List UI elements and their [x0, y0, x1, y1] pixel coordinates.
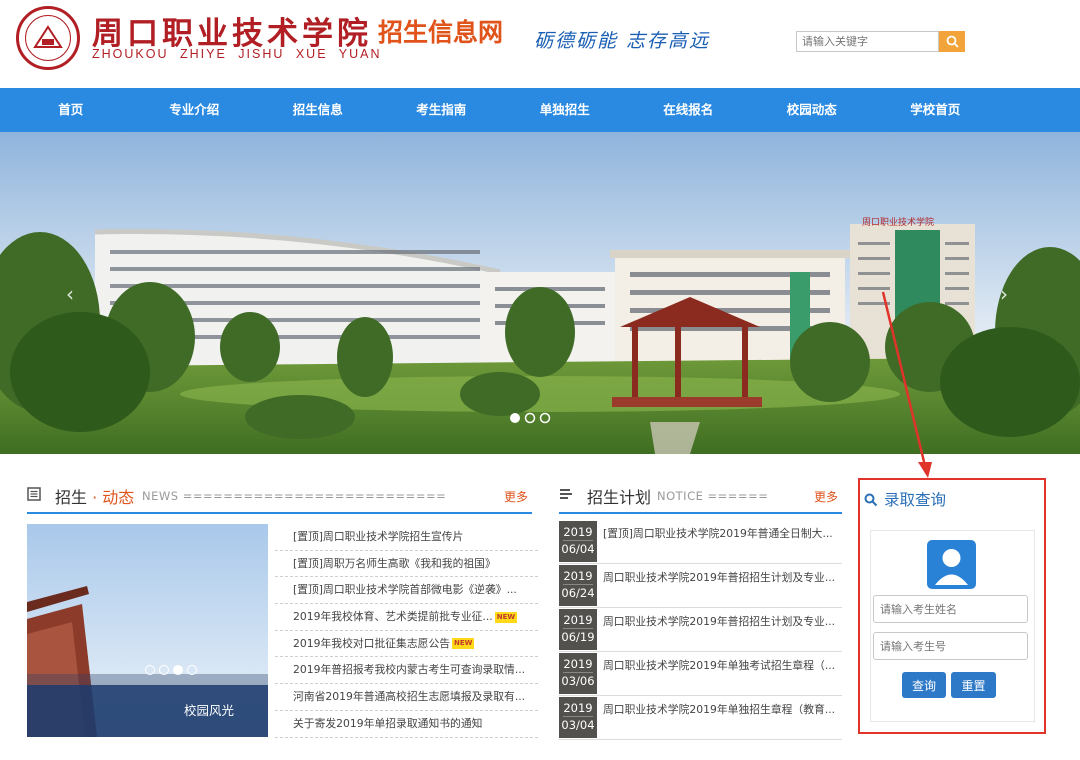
- nav-item-independent-enroll[interactable]: 单独招生: [503, 88, 627, 132]
- date-year: 2019: [563, 525, 593, 541]
- date-badge: 2019 06/19: [559, 609, 597, 650]
- new-badge: NEW: [494, 611, 518, 623]
- list-item[interactable]: 关于寄发2019年单招录取通知书的通知: [275, 711, 538, 738]
- table-row[interactable]: 2019 06/24 周口职业技术学院2019年普招招生计划及专业...: [559, 564, 842, 608]
- date-badge: 2019 06/04: [559, 521, 597, 562]
- news-item-text: [置顶]周口职业技术学院招生宣传片: [293, 530, 464, 543]
- news-item-text: [置顶]周职万名师生高歌《我和我的祖国》: [293, 556, 496, 570]
- news-list: [置顶]周口职业技术学院招生宣传片 [置顶]周职万名师生高歌《我和我的祖国》 […: [275, 524, 538, 738]
- news-title: 招生 · 动态: [55, 484, 134, 508]
- table-row[interactable]: 2019 06/19 周口职业技术学院2019年普招招生计划及专业...: [559, 608, 842, 652]
- site-title: 招生信息网: [378, 18, 504, 47]
- list-item[interactable]: 2019年我校对口批征集志愿公告 NEW: [275, 631, 538, 658]
- search-button[interactable]: [939, 31, 965, 52]
- main-nav: 首页 专业介绍 招生信息 考生指南 单独招生 在线报名 校园动态 学校首页: [0, 88, 1080, 132]
- campus-banner-carousel[interactable]: 周口职业技术学院 ‹ ›: [0, 132, 1080, 454]
- building-sign: 周口职业技术学院: [862, 216, 934, 228]
- notice-item-text: 周口职业技术学院2019年单独考试招生章程（...: [603, 659, 836, 672]
- notice-item-text: 周口职业技术学院2019年单独招生章程（教育...: [603, 703, 836, 716]
- list-item[interactable]: 河南省2019年普通高校招生志愿填报及录取有...: [275, 684, 538, 711]
- query-button[interactable]: 查询: [902, 672, 946, 698]
- date-badge: 2019 03/04: [559, 697, 597, 738]
- nav-item-online-apply[interactable]: 在线报名: [627, 88, 751, 132]
- query-form: 查询 重置: [870, 530, 1035, 722]
- school-seal-logo[interactable]: [16, 6, 80, 70]
- notice-list: 2019 06/04 [置顶]周口职业技术学院2019年普通全日制大... 201…: [559, 520, 842, 740]
- reset-button[interactable]: 重置: [951, 672, 996, 698]
- list-lines-icon: [560, 489, 572, 499]
- notice-section-header: 招生计划 NOTICE ====== 更多: [559, 480, 842, 514]
- date-year: 2019: [563, 657, 593, 673]
- news-title-accent: 动态: [102, 488, 135, 507]
- document-icon: [27, 487, 41, 501]
- query-title: 录取查询: [884, 491, 947, 509]
- news-item-text: 河南省2019年普通高校招生志愿填报及录取有...: [293, 690, 526, 704]
- table-row[interactable]: 2019 03/04 周口职业技术学院2019年单独招生章程（教育...: [559, 696, 842, 740]
- chevron-left-icon[interactable]: ‹: [66, 282, 74, 306]
- notice-item-text: 周口职业技术学院2019年普招招生计划及专业...: [603, 571, 836, 584]
- date-year: 2019: [563, 569, 593, 585]
- site-header: 周口职业技术学院 ZHOUKOU ZHIYE JISHU XUE YUAN 招生…: [0, 0, 1080, 88]
- date-year: 2019: [563, 701, 593, 717]
- school-motto: 砺德砺能 志存高远: [534, 30, 711, 52]
- photo-dot-2[interactable]: [159, 665, 169, 675]
- chevron-right-icon[interactable]: ›: [1000, 282, 1008, 306]
- notice-title: 招生计划: [587, 488, 652, 507]
- notice-item-text: [置顶]周口职业技术学院2019年普通全日制大...: [603, 527, 833, 540]
- news-item-text: 2019年我校体育、艺术类提前批专业征...: [293, 610, 493, 624]
- list-item[interactable]: [置顶]周职万名师生高歌《我和我的祖国》: [275, 551, 538, 578]
- news-item-text: 2019年我校对口批征集志愿公告: [293, 636, 451, 650]
- date-year: 2019: [563, 613, 593, 629]
- admission-query-panel: 录取查询 查询 重置: [858, 478, 1046, 734]
- search-icon: [864, 493, 878, 507]
- news-section-header: 招生 · 动态 NEWS ========================== …: [27, 480, 532, 514]
- table-row[interactable]: 2019 03/06 周口职业技术学院2019年单独考试招生章程（...: [559, 652, 842, 696]
- nav-item-guide[interactable]: 考生指南: [380, 88, 504, 132]
- carousel-dot-1[interactable]: [510, 413, 520, 423]
- date-badge: 2019 06/24: [559, 565, 597, 606]
- news-more-link[interactable]: 更多: [504, 488, 528, 505]
- seal-inner-ring: [25, 15, 71, 61]
- date-day: 06/19: [561, 630, 595, 644]
- nav-item-campus-news[interactable]: 校园动态: [750, 88, 874, 132]
- campus-scenery-slider[interactable]: 校园风光: [27, 524, 268, 737]
- news-title-dot: ·: [92, 488, 98, 507]
- nav-item-school-home[interactable]: 学校首页: [874, 88, 998, 132]
- user-avatar-icon: [927, 540, 976, 589]
- news-item-text: [置顶]周口职业技术学院首部微电影《逆袭》...: [293, 583, 517, 597]
- book-emblem-icon: [33, 25, 63, 48]
- list-item[interactable]: 2019年普招报考我校内蒙古考生可查询录取情...: [275, 657, 538, 685]
- campus-photo: 周口职业技术学院: [0, 132, 1080, 454]
- notice-more-link[interactable]: 更多: [814, 488, 838, 505]
- notice-item-text: 周口职业技术学院2019年普招招生计划及专业...: [603, 615, 836, 628]
- nav-item-admission-info[interactable]: 招生信息: [256, 88, 380, 132]
- date-day: 06/04: [561, 542, 595, 556]
- photo-caption[interactable]: 校园风光: [27, 685, 268, 737]
- list-item[interactable]: 2019年我校体育、艺术类提前批专业征... NEW: [275, 604, 538, 631]
- news-item-text: 2019年普招报考我校内蒙古考生可查询录取情...: [293, 663, 526, 677]
- date-day: 06/24: [561, 586, 595, 600]
- magnifier-icon: [946, 35, 959, 48]
- photo-dot-1[interactable]: [145, 665, 155, 675]
- news-title-main: 招生: [55, 488, 88, 507]
- candidate-number-input[interactable]: [873, 632, 1028, 660]
- notice-title-en: NOTICE ======: [657, 489, 769, 503]
- list-item[interactable]: [置顶]周口职业技术学院首部微电影《逆袭》...: [275, 577, 538, 605]
- new-badge: NEW: [452, 638, 475, 650]
- school-name-pinyin: ZHOUKOU ZHIYE JISHU XUE YUAN: [92, 47, 382, 61]
- search-input[interactable]: [796, 31, 939, 52]
- date-day: 03/06: [561, 674, 595, 688]
- nav-item-home[interactable]: 首页: [9, 88, 133, 132]
- news-title-en: NEWS ==========================: [142, 489, 447, 503]
- date-day: 03/04: [561, 718, 595, 732]
- photo-carousel-dots: [145, 665, 197, 675]
- list-item[interactable]: [置顶]周口职业技术学院招生宣传片: [275, 524, 538, 551]
- photo-dot-4[interactable]: [187, 665, 197, 675]
- candidate-name-input[interactable]: [873, 595, 1028, 623]
- photo-dot-3[interactable]: [173, 665, 183, 675]
- date-badge: 2019 03/06: [559, 653, 597, 694]
- nav-item-majors[interactable]: 专业介绍: [133, 88, 257, 132]
- table-row[interactable]: 2019 06/04 [置顶]周口职业技术学院2019年普通全日制大...: [559, 520, 842, 564]
- news-item-text: 关于寄发2019年单招录取通知书的通知: [293, 716, 483, 730]
